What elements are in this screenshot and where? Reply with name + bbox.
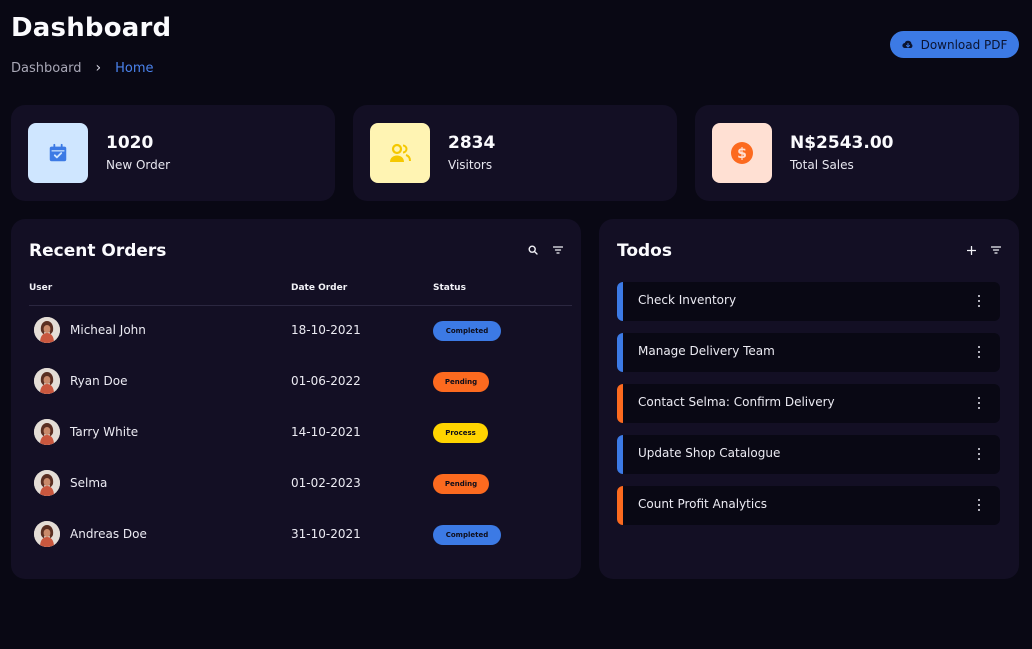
filter-icon[interactable] — [990, 244, 1002, 256]
plus-icon[interactable] — [965, 244, 977, 256]
avatar — [34, 317, 60, 343]
todo-text: Manage Delivery Team — [638, 344, 775, 358]
todo-status-bar — [617, 333, 623, 372]
more-vertical-icon[interactable] — [976, 397, 982, 409]
todo-text: Count Profit Analytics — [638, 497, 768, 511]
breadcrumb: Dashboard › Home — [11, 61, 154, 76]
todo-text: Update Shop Catalogue — [638, 446, 781, 460]
todo-text: Check Inventory — [638, 293, 737, 307]
stat-card-visitors: 2834 Visitors — [353, 105, 677, 201]
order-date: 01-02-2023 — [291, 476, 361, 490]
todos-title: Todos — [617, 241, 672, 261]
orders-table: User Date Order Status Micheal John 18-1… — [29, 281, 572, 561]
order-date: 18-10-2021 — [291, 323, 361, 337]
recent-orders-title: Recent Orders — [29, 241, 167, 261]
calendar-check-icon — [28, 123, 88, 183]
todo-status-bar — [617, 486, 623, 525]
status-badge: Pending — [433, 474, 489, 494]
svg-text:$: $ — [737, 146, 747, 162]
avatar — [34, 521, 60, 547]
todo-list: Check Inventory Manage Delivery Team Con… — [617, 282, 1000, 537]
user-name: Micheal John — [70, 323, 146, 337]
dollar-circle-icon: $ — [712, 123, 772, 183]
status-badge: Process — [433, 423, 488, 443]
breadcrumb-dashboard-link[interactable]: Dashboard — [11, 61, 82, 76]
cloud-download-icon — [901, 40, 914, 50]
avatar — [34, 368, 60, 394]
recent-orders-tools — [527, 244, 564, 256]
table-body: Micheal John 18-10-2021 Completed Ryan D… — [29, 306, 572, 561]
todo-text: Contact Selma: Confirm Delivery — [638, 395, 835, 409]
column-header-date: Date Order — [291, 283, 348, 293]
order-date: 31-10-2021 — [291, 527, 361, 541]
todo-status-bar — [617, 435, 623, 474]
todo-status-bar — [617, 384, 623, 423]
stat-card-new-order: 1020 New Order — [11, 105, 335, 201]
todo-item[interactable]: Count Profit Analytics — [617, 486, 1000, 525]
table-row[interactable]: Andreas Doe 31-10-2021 Completed — [29, 510, 572, 561]
table-row[interactable]: Tarry White 14-10-2021 Process — [29, 408, 572, 459]
more-vertical-icon[interactable] — [976, 448, 982, 460]
more-vertical-icon[interactable] — [976, 295, 982, 307]
todo-item[interactable]: Manage Delivery Team — [617, 333, 1000, 372]
todo-status-bar — [617, 282, 623, 321]
breadcrumb-home-link[interactable]: Home — [115, 61, 153, 76]
avatar — [34, 419, 60, 445]
filter-icon[interactable] — [552, 244, 564, 256]
stat-label: Total Sales — [790, 158, 854, 172]
recent-orders-panel: Recent Orders User Date Order Status Mic… — [11, 219, 581, 579]
users-icon — [370, 123, 430, 183]
stat-card-total-sales: $ N$2543.00 Total Sales — [695, 105, 1019, 201]
status-badge: Completed — [433, 525, 501, 545]
download-pdf-button[interactable]: Download PDF — [890, 31, 1019, 58]
search-icon[interactable] — [527, 244, 539, 256]
todos-panel: Todos Check Inventory Manage Delivery Te… — [599, 219, 1019, 579]
table-header: User Date Order Status — [29, 281, 572, 306]
column-header-user: User — [29, 283, 53, 293]
table-row[interactable]: Ryan Doe 01-06-2022 Pending — [29, 357, 572, 408]
stat-value: 2834 — [448, 133, 496, 153]
dashboard-page: Dashboard Dashboard › Home Download PDF … — [0, 0, 1032, 649]
todo-item[interactable]: Update Shop Catalogue — [617, 435, 1000, 474]
user-name: Selma — [70, 476, 108, 490]
more-vertical-icon[interactable] — [976, 346, 982, 358]
stat-label: Visitors — [448, 158, 493, 172]
user-name: Andreas Doe — [70, 527, 147, 541]
page-title: Dashboard — [11, 13, 172, 43]
chevron-right-icon: › — [95, 60, 102, 76]
todos-tools — [965, 244, 1002, 256]
user-name: Ryan Doe — [70, 374, 128, 388]
order-date: 14-10-2021 — [291, 425, 361, 439]
status-badge: Completed — [433, 321, 501, 341]
table-row[interactable]: Micheal John 18-10-2021 Completed — [29, 306, 572, 357]
stat-value: 1020 — [106, 133, 154, 153]
user-name: Tarry White — [70, 425, 139, 439]
todo-item[interactable]: Check Inventory — [617, 282, 1000, 321]
stat-value: N$2543.00 — [790, 133, 894, 153]
order-date: 01-06-2022 — [291, 374, 361, 388]
todo-item[interactable]: Contact Selma: Confirm Delivery — [617, 384, 1000, 423]
status-badge: Pending — [433, 372, 489, 392]
more-vertical-icon[interactable] — [976, 499, 982, 511]
stat-label: New Order — [106, 158, 171, 172]
download-pdf-label: Download PDF — [920, 37, 1008, 52]
avatar — [34, 470, 60, 496]
column-header-status: Status — [433, 283, 466, 293]
table-row[interactable]: Selma 01-02-2023 Pending — [29, 459, 572, 510]
